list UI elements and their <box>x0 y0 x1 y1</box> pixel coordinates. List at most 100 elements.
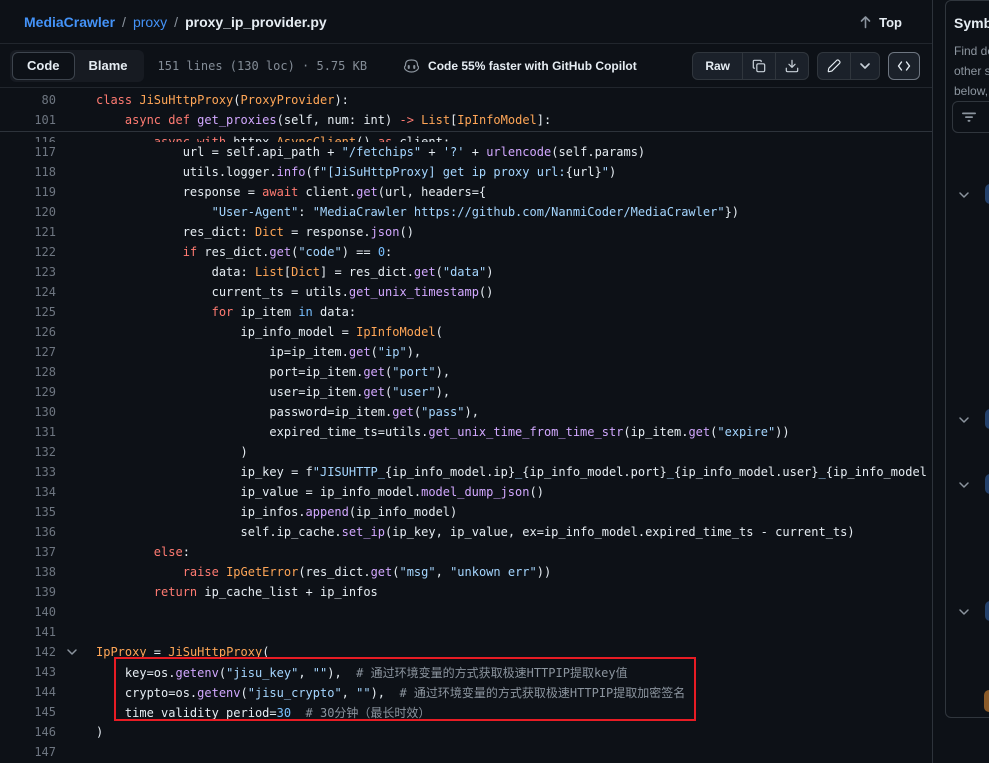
symbol-tree-row <box>946 600 989 624</box>
code-line-content: return ip_cache_list + ip_infos <box>96 585 378 599</box>
code-line-content: if res_dict.get("code") == 0: <box>96 245 392 259</box>
line-number[interactable]: 129 <box>0 385 56 399</box>
code-line-content: for ip_item in data: <box>96 305 356 319</box>
symbol-pill[interactable] <box>985 184 989 204</box>
code-line: 126 ip_info_model = IpInfoModel( <box>0 322 932 342</box>
code-line-content: crypto=os.getenv("jisu_crypto", ""), # 通… <box>96 684 685 701</box>
caret-down-icon <box>860 63 870 69</box>
line-number[interactable]: 125 <box>0 305 56 319</box>
code-line-content: current_ts = utils.get_unix_timestamp() <box>96 285 493 299</box>
chevron-down-icon[interactable] <box>958 413 970 431</box>
edit-button[interactable] <box>818 53 850 79</box>
code-line-content: res_dict: Dict = response.json() <box>96 225 414 239</box>
file-toolbar: Code Blame 151 lines (130 loc) · 5.75 KB… <box>0 44 932 88</box>
line-number[interactable]: 122 <box>0 245 56 259</box>
line-number[interactable]: 101 <box>0 113 56 127</box>
code-line: 80class JiSuHttpProxy(ProxyProvider): <box>0 90 932 110</box>
line-number[interactable]: 141 <box>0 625 56 639</box>
code-line: 145 time_validity_period=30 # 30分钟（最长时效） <box>0 702 932 722</box>
symbols-panel-description: Find definitions and references for func… <box>946 31 989 101</box>
line-number[interactable]: 143 <box>0 665 56 679</box>
copy-button[interactable] <box>742 53 775 79</box>
code-line-content: ip_key = f"JISUHTTP_{ip_info_model.ip}_{… <box>96 465 927 479</box>
chevron-down-icon[interactable] <box>66 646 80 660</box>
copy-icon <box>752 59 766 73</box>
line-number[interactable]: 135 <box>0 505 56 519</box>
file-view: MediaCrawler / proxy / proxy_ip_provider… <box>0 0 933 763</box>
line-number[interactable]: 136 <box>0 525 56 539</box>
symbol-pill[interactable] <box>985 474 989 494</box>
line-number[interactable]: 134 <box>0 485 56 499</box>
line-number[interactable]: 80 <box>0 93 56 107</box>
filter-icon <box>961 110 977 124</box>
line-number[interactable]: 132 <box>0 445 56 459</box>
chevron-down-icon[interactable] <box>958 188 970 206</box>
copilot-icon <box>403 58 420 74</box>
symbols-filter-button[interactable] <box>952 101 989 133</box>
code-view: 80class JiSuHttpProxy(ProxyProvider):101… <box>0 88 932 762</box>
line-number[interactable]: 146 <box>0 725 56 739</box>
line-number[interactable]: 126 <box>0 325 56 339</box>
line-number[interactable]: 124 <box>0 285 56 299</box>
line-number[interactable]: 123 <box>0 265 56 279</box>
code-line-content: "User-Agent": "MediaCrawler https://gith… <box>96 205 739 219</box>
code-line: 101 async def get_proxies(self, num: int… <box>0 110 932 130</box>
code-line: 121 res_dict: Dict = response.json() <box>0 222 932 242</box>
scroll-to-top-button[interactable]: Top <box>851 8 910 36</box>
line-number[interactable]: 120 <box>0 205 56 219</box>
line-number[interactable]: 147 <box>0 745 56 759</box>
breadcrumb-folder-link[interactable]: proxy <box>133 14 167 30</box>
code-line: 131 expired_time_ts=utils.get_unix_time_… <box>0 422 932 442</box>
code-line-content: ip_value = ip_info_model.model_dump_json… <box>96 485 544 499</box>
tab-blame[interactable]: Blame <box>75 52 142 80</box>
line-number[interactable]: 119 <box>0 185 56 199</box>
line-number[interactable]: 145 <box>0 705 56 719</box>
download-button[interactable] <box>775 53 808 79</box>
line-number[interactable]: 128 <box>0 365 56 379</box>
line-number[interactable]: 144 <box>0 685 56 699</box>
tab-code[interactable]: Code <box>12 52 75 80</box>
line-number[interactable]: 118 <box>0 165 56 179</box>
breadcrumb: MediaCrawler / proxy / proxy_ip_provider… <box>0 0 932 44</box>
download-icon <box>785 59 799 73</box>
code-line-content: ip_info_model = IpInfoModel( <box>96 325 443 339</box>
code-line-content: password=ip_item.get("pass"), <box>96 405 479 419</box>
clipped-code-line: 116 async with httpx.AsyncClient() as cl… <box>0 132 932 142</box>
copilot-banner[interactable]: Code 55% faster with GitHub Copilot <box>403 58 637 74</box>
breadcrumb-repo-link[interactable]: MediaCrawler <box>24 14 115 30</box>
line-number[interactable]: 138 <box>0 565 56 579</box>
edit-dropdown-button[interactable] <box>850 53 879 79</box>
code-lines: 117 url = self.api_path + "/fetchips" + … <box>0 142 932 762</box>
line-number[interactable]: 127 <box>0 345 56 359</box>
line-number[interactable]: 139 <box>0 585 56 599</box>
symbols-panel-title: Symbols <box>946 1 989 31</box>
chevron-down-icon[interactable] <box>958 478 970 496</box>
code-line: 119 response = await client.get(url, hea… <box>0 182 932 202</box>
symbols-description-line: below, or to the right of the code <box>954 81 989 101</box>
code-line-content: async with httpx.AsyncClient() as client… <box>96 135 450 142</box>
line-number[interactable]: 117 <box>0 145 56 159</box>
raw-button[interactable]: Raw <box>693 53 742 79</box>
chevron-down-icon[interactable] <box>958 605 970 623</box>
code-line: 141 <box>0 622 932 642</box>
line-number[interactable]: 142 <box>0 645 56 659</box>
code-symbols-icon <box>897 60 911 72</box>
code-line: 139 return ip_cache_list + ip_infos <box>0 582 932 602</box>
line-number[interactable]: 140 <box>0 605 56 619</box>
line-number[interactable]: 116 <box>0 135 56 142</box>
line-number[interactable]: 130 <box>0 405 56 419</box>
code-line-content: port=ip_item.get("port"), <box>96 365 450 379</box>
line-number[interactable]: 137 <box>0 545 56 559</box>
line-number[interactable]: 121 <box>0 225 56 239</box>
breadcrumb-separator: / <box>122 14 126 30</box>
symbol-pill[interactable] <box>985 601 989 621</box>
symbol-pill[interactable] <box>985 409 989 429</box>
symbol-pill[interactable] <box>984 690 989 712</box>
code-line-content: ip=ip_item.get("ip"), <box>96 345 421 359</box>
sticky-context-lines: 80class JiSuHttpProxy(ProxyProvider):101… <box>0 88 932 132</box>
code-line-content: response = await client.get(url, headers… <box>96 185 486 199</box>
symbols-toggle-button[interactable] <box>888 52 920 80</box>
code-line: 133 ip_key = f"JISUHTTP_{ip_info_model.i… <box>0 462 932 482</box>
line-number[interactable]: 131 <box>0 425 56 439</box>
line-number[interactable]: 133 <box>0 465 56 479</box>
